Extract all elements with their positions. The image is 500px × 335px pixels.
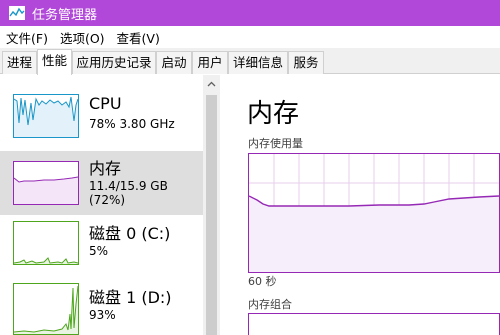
tab-performance[interactable]: 性能 [37,49,72,75]
time-axis-label: 60 秒 [248,275,277,288]
memory-composition-label: 内存组合 [248,298,292,311]
resource-list: CPU 78% 3.80 GHz 内存 11.4/15.9 GB (72%) 磁… [0,75,203,335]
tab-users[interactable]: 用户 [192,51,228,74]
menu-file[interactable]: 文件(F) [6,28,48,47]
resource-cpu[interactable]: CPU 78% 3.80 GHz [0,83,203,147]
disk1-usage: 93% [89,308,116,322]
menu-bar: 文件(F) 选项(O) 查看(V) [0,26,500,48]
scrollbar-thumb[interactable] [206,95,217,335]
tab-details[interactable]: 详细信息 [228,51,288,74]
cpu-usage: 78% 3.80 GHz [89,117,175,131]
disk0-thumbnail-graph [13,221,79,265]
title-bar: 任务管理器 [0,0,500,26]
tab-services[interactable]: 服务 [288,51,324,74]
task-manager-icon [8,4,26,22]
disk1-label: 磁盘 1 (D:) [89,288,172,307]
page-title: 内存 [247,99,300,129]
memory-detail-panel: 内存 内存使用量 60 秒 内存组合 [220,75,500,335]
disk0-usage: 5% [89,244,109,258]
cpu-thumbnail-graph [13,94,79,138]
scroll-up-icon[interactable] [203,75,220,92]
memory-composition-bar [248,313,500,335]
disk0-label: 磁盘 0 (C:) [89,224,171,243]
memory-usage-label: 内存使用量 [248,137,303,150]
resource-list-scrollbar[interactable] [203,75,220,335]
resource-memory[interactable]: 内存 11.4/15.9 GB (72%) [0,151,203,215]
tab-bar: 进程 性能 应用历史记录 启动 用户 详细信息 服务 [0,48,500,75]
tab-startup[interactable]: 启动 [156,51,192,74]
memory-thumbnail-graph [13,161,79,205]
tab-processes[interactable]: 进程 [2,51,37,74]
menu-options[interactable]: 选项(O) [60,28,105,47]
resource-disk-0[interactable]: 磁盘 0 (C:) 5% [0,217,203,281]
memory-label: 内存 [89,159,122,178]
window-title: 任务管理器 [32,7,98,23]
disk1-thumbnail-graph [13,283,79,335]
resource-disk-1[interactable]: 磁盘 1 (D:) 93% [0,281,203,335]
cpu-label: CPU [89,94,122,113]
tab-app-history[interactable]: 应用历史记录 [72,51,156,74]
memory-usage-graph [248,153,500,273]
menu-view[interactable]: 查看(V) [117,28,160,47]
memory-usage: 11.4/15.9 GB (72%) [89,179,168,207]
